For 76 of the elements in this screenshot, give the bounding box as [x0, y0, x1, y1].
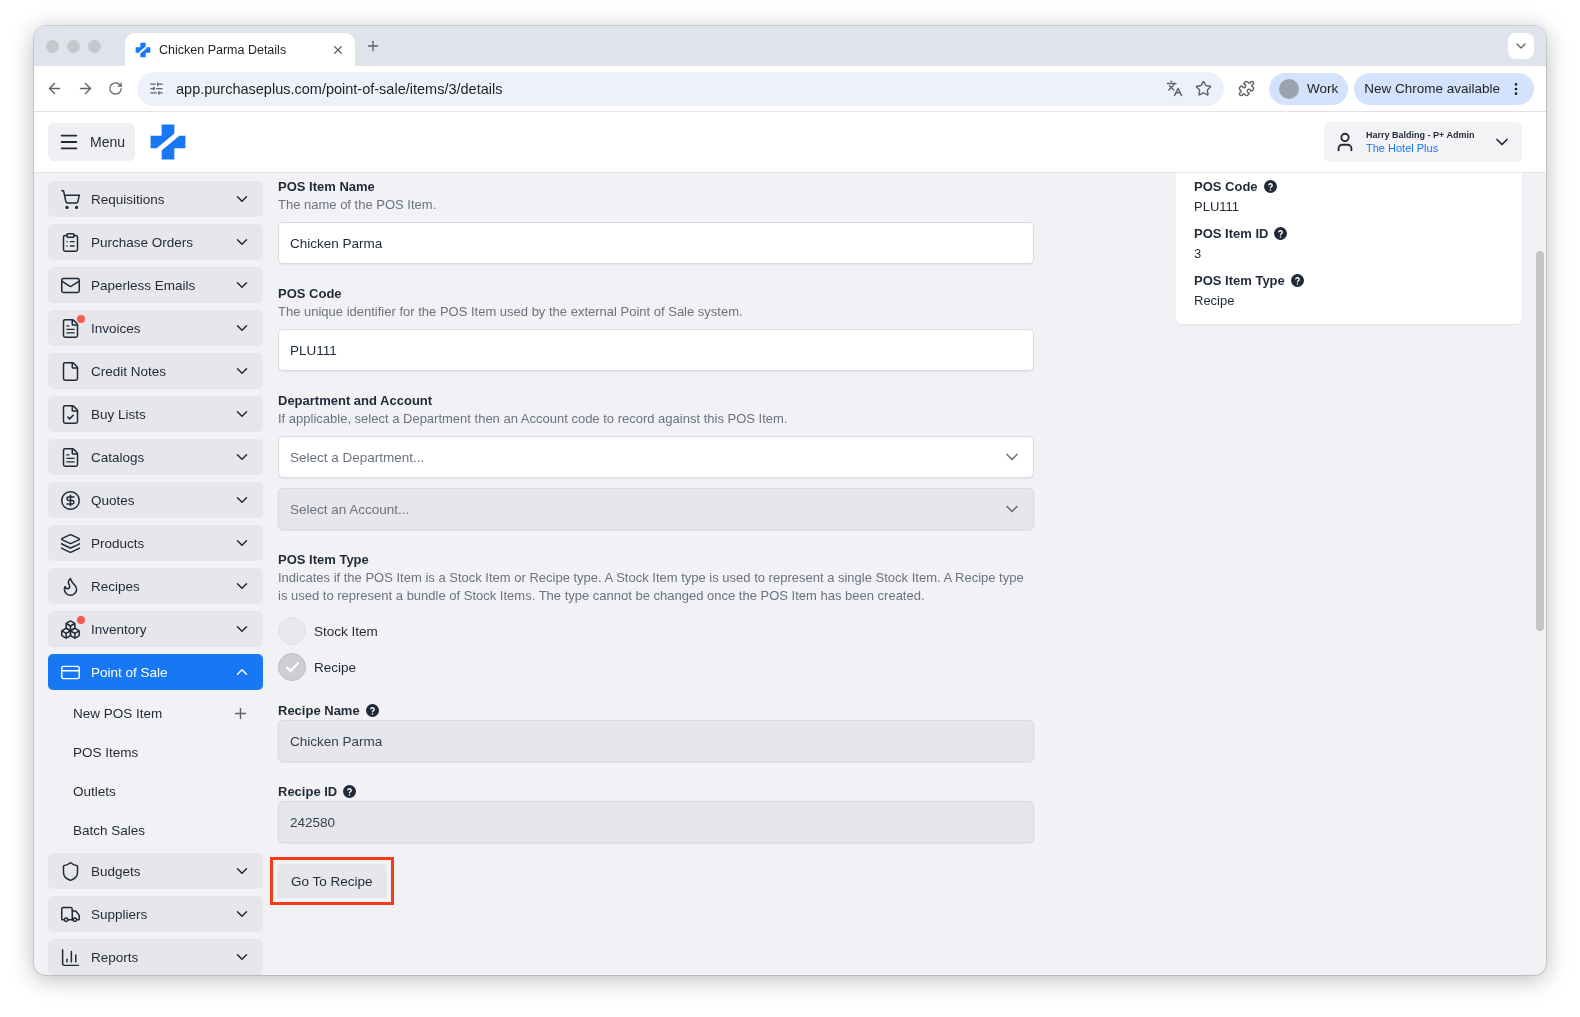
field-hint: The name of the POS Item.: [278, 196, 438, 214]
menu-button[interactable]: Menu: [48, 123, 136, 161]
back-icon[interactable]: [46, 80, 63, 97]
sidebar-item[interactable]: Catalogs: [48, 439, 263, 475]
user-menu[interactable]: Harry Balding - P+ Admin The Hotel Plus: [1324, 122, 1522, 162]
radio-label: Stock Item: [314, 623, 378, 639]
input-field[interactable]: PLU111: [278, 329, 1034, 371]
sidebar-item[interactable]: Purchase Orders: [48, 224, 263, 260]
document-icon: [60, 446, 81, 468]
sidebar-subitem[interactable]: POS Items: [48, 736, 263, 768]
sidebar-item[interactable]: Point of Sale: [48, 654, 263, 690]
cart-icon: [60, 188, 81, 210]
help-icon[interactable]: [1263, 180, 1277, 193]
input-field[interactable]: Chicken Parma: [278, 222, 1034, 264]
dollar-circle-icon: [60, 489, 81, 511]
stack-icon: [60, 532, 81, 554]
field-label: POS Item Name: [278, 179, 375, 194]
detail-value: 3: [1194, 246, 1203, 261]
select-field[interactable]: Select a Department...: [278, 436, 1034, 478]
sidebar-subitem[interactable]: New POS Item: [48, 697, 263, 729]
radio-label: Recipe: [314, 659, 357, 675]
tab-title: Chicken Parma Details: [159, 42, 288, 57]
radio-button[interactable]: [278, 653, 306, 681]
scrollbar[interactable]: [1536, 251, 1544, 631]
field-label: Recipe Name: [278, 703, 360, 718]
organisation-name: The Hotel Plus: [1366, 142, 1440, 154]
field-hint: The unique identifier for the POS Item used by the external Point of Sale system.: [278, 303, 744, 321]
sidebar-item[interactable]: Reports: [48, 939, 263, 975]
sidebar-item[interactable]: Budgets: [48, 853, 263, 889]
field-label: POS Code: [278, 286, 342, 301]
sidebar-item[interactable]: Invoices: [48, 310, 263, 346]
sidebar-item[interactable]: Inventory: [48, 611, 263, 647]
sidebar-subitem[interactable]: Outlets: [48, 775, 263, 807]
clipboard-icon: [60, 231, 81, 253]
shield-icon: [60, 860, 81, 882]
browser-tab[interactable]: Chicken Parma Details: [125, 33, 355, 66]
go-to-recipe-button[interactable]: Go To Recipe: [277, 864, 387, 898]
site-settings-icon[interactable]: [149, 81, 164, 96]
detail-label: POS Item Type: [1194, 273, 1285, 288]
sidebar-item[interactable]: Credit Notes: [48, 353, 263, 389]
sidebar-item[interactable]: Suppliers: [48, 896, 263, 932]
field-label: POS Item Type: [278, 552, 369, 567]
translate-icon[interactable]: [1165, 80, 1183, 97]
detail-label: POS Item ID: [1194, 226, 1269, 241]
forward-icon[interactable]: [77, 80, 94, 97]
sidebar-item[interactable]: Buy Lists: [48, 396, 263, 432]
reload-icon[interactable]: [108, 81, 123, 96]
detail-value: PLU111: [1194, 199, 1241, 214]
detail-value: Recipe: [1194, 293, 1236, 308]
help-icon[interactable]: [1290, 274, 1304, 287]
sidebar-subitem[interactable]: Batch Sales: [48, 814, 263, 846]
profile-button[interactable]: Work: [1268, 72, 1349, 105]
avatar-icon: [1278, 78, 1299, 99]
extensions-icon[interactable]: [1237, 80, 1255, 97]
user-name: Harry Balding - P+ Admin: [1366, 130, 1476, 140]
help-icon[interactable]: [1274, 227, 1288, 240]
new-tab-icon[interactable]: [365, 38, 381, 54]
field-hint: If applicable, select a Department then an Account code to record against this POS Item.: [278, 410, 789, 428]
document-icon: [60, 360, 81, 382]
address-bar[interactable]: app.purchaseplus.com/point-of-sale/items/3/details: [137, 71, 1224, 106]
field-label: Department and Account: [278, 393, 433, 408]
sidebar-item[interactable]: Requisitions: [48, 181, 263, 217]
field-label: Recipe ID: [278, 784, 338, 799]
sidebar-item[interactable]: Paperless Emails: [48, 267, 263, 303]
detail-label: POS Code: [1194, 179, 1258, 194]
logo-icon[interactable]: [149, 123, 188, 161]
bar-chart-icon: [60, 946, 81, 968]
logo-icon: [135, 41, 151, 58]
field-hint: Indicates if the POS Item is a Stock Item or Recipe type. A Stock Item type is used to represent a single Stock Item. A Recipe type is used to represent a bundle of Stock Items. The type cannot be changed once the POS Item has been created.: [278, 569, 1025, 605]
update-button[interactable]: New Chrome available: [1354, 72, 1534, 105]
document-check-icon: [60, 403, 81, 425]
sidebar-item[interactable]: Products: [48, 525, 263, 561]
sidebar-item[interactable]: Recipes: [48, 568, 263, 604]
url-text: app.purchaseplus.com/point-of-sale/items/3/details: [176, 80, 504, 97]
sidebar-item[interactable]: Quotes: [48, 482, 263, 518]
bookmark-star-icon[interactable]: [1194, 80, 1212, 97]
